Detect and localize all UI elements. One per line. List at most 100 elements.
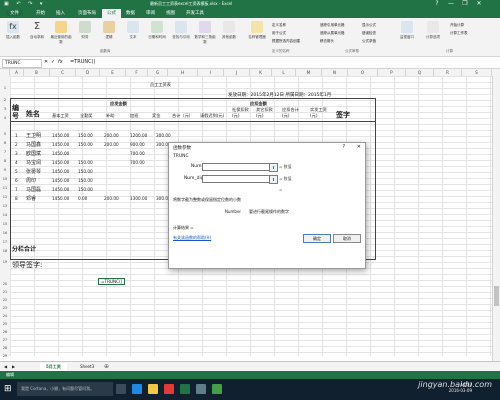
more-functions-button[interactable]: 其他函数 xyxy=(218,21,240,51)
row-header[interactable]: 10 xyxy=(0,177,10,181)
row-header[interactable]: 23 xyxy=(0,306,10,310)
insert-function-button[interactable]: fx 插入函数 xyxy=(2,21,24,51)
name-box[interactable]: TRUNC xyxy=(2,59,42,68)
select-all-corner[interactable] xyxy=(0,69,10,76)
row-header[interactable]: 25 xyxy=(0,322,10,326)
row-header[interactable]: 16 xyxy=(0,231,10,235)
date-time-button[interactable]: 日期和时间 xyxy=(146,21,168,51)
define-name-button[interactable]: 定义名称 xyxy=(272,23,286,28)
row-header[interactable]: 29 xyxy=(0,354,10,358)
next-sheet-icon[interactable]: ▶ xyxy=(12,364,15,369)
col-header[interactable]: R xyxy=(434,69,462,76)
row-header[interactable]: 21 xyxy=(0,290,10,294)
col-header[interactable]: M xyxy=(296,69,322,76)
math-button[interactable]: 数学和三角函数 xyxy=(194,21,216,51)
lookup-button[interactable]: 查找与引用 xyxy=(170,21,192,51)
vertical-scrollbar[interactable] xyxy=(492,76,500,361)
row-header[interactable]: 11 xyxy=(0,186,10,190)
collapse-dialog-icon[interactable]: ⬆ xyxy=(269,163,278,172)
row-header[interactable]: 17 xyxy=(0,240,10,244)
col-header[interactable]: G xyxy=(148,69,168,76)
col-header[interactable]: J xyxy=(224,69,250,76)
show-formulas-button[interactable]: 显示公式 xyxy=(362,23,376,28)
calc-now-button[interactable]: 开始计算 xyxy=(450,23,464,28)
row-header[interactable]: 28 xyxy=(0,346,10,350)
col-header[interactable]: H xyxy=(168,69,198,76)
row-header[interactable]: 4 xyxy=(0,116,10,120)
cortana-search-box[interactable]: 我是 Cortana，小娜，有问题尽管问我。 xyxy=(17,382,113,396)
ok-button[interactable]: 确定 xyxy=(303,234,331,243)
text-button[interactable]: 文本 xyxy=(122,21,144,51)
calc-sheet-button[interactable]: 计算工作表 xyxy=(450,31,468,36)
dialog-help-icon[interactable]: ? xyxy=(342,144,345,150)
row-header[interactable]: 27 xyxy=(0,338,10,342)
edge-browser-icon[interactable] xyxy=(132,384,142,394)
active-cell[interactable]: =TRUNC() xyxy=(98,278,126,285)
col-header[interactable]: E xyxy=(100,69,126,76)
tab-page-layout[interactable]: 页面布局 xyxy=(78,10,96,16)
prev-sheet-icon[interactable]: ◀ xyxy=(4,364,7,369)
file-explorer-icon[interactable] xyxy=(148,384,158,394)
name-manager-button[interactable]: 名称管理器 xyxy=(246,21,268,51)
app-icon[interactable] xyxy=(196,384,206,394)
col-header[interactable]: O xyxy=(348,69,378,76)
trace-dependents-button[interactable]: 追踪从属单元格 xyxy=(320,31,345,36)
row-header[interactable]: 6 xyxy=(0,141,10,145)
row-header[interactable]: 9 xyxy=(0,168,10,172)
col-header[interactable]: C xyxy=(50,69,76,76)
row-header[interactable]: 2 xyxy=(0,98,10,102)
add-sheet-icon[interactable]: ⊕ xyxy=(104,363,109,370)
task-view-icon[interactable] xyxy=(116,384,126,394)
financial-button[interactable]: 财务 xyxy=(74,21,96,51)
function-help-link[interactable]: 有关该函数的帮助(H) xyxy=(173,235,211,241)
collapse-dialog-icon[interactable]: ⬆ xyxy=(269,175,278,184)
insert-function-icon[interactable]: fx xyxy=(58,59,63,65)
remove-arrows-button[interactable]: 移去箭头 xyxy=(320,39,334,44)
row-header[interactable]: 14 xyxy=(0,213,10,217)
row-header[interactable]: 22 xyxy=(0,298,10,302)
logical-button[interactable]: 逻辑 xyxy=(98,21,120,51)
col-header[interactable]: I xyxy=(198,69,224,76)
cancel-button[interactable]: 取消 xyxy=(333,234,361,243)
col-header[interactable]: P xyxy=(378,69,406,76)
sheet-tab-sheet3[interactable]: Sheet3 xyxy=(74,363,100,371)
cancel-entry-icon[interactable]: ✕ xyxy=(44,59,48,65)
col-header[interactable]: D xyxy=(76,69,100,76)
row-header[interactable]: 24 xyxy=(0,314,10,318)
tab-review[interactable]: 审阅 xyxy=(146,10,155,16)
col-header[interactable]: Q xyxy=(406,69,434,76)
row-header[interactable]: 8 xyxy=(0,159,10,163)
col-header[interactable]: L xyxy=(272,69,296,76)
recent-functions-button[interactable]: 最近使用的函数 xyxy=(50,21,72,51)
scrollbar-thumb[interactable] xyxy=(494,286,499,306)
col-header[interactable]: S xyxy=(462,69,492,76)
app-icon[interactable] xyxy=(212,384,222,394)
close-button[interactable]: ✕ xyxy=(472,0,486,8)
row-header[interactable]: 19 xyxy=(0,260,10,264)
watch-window-button[interactable]: 监视窗口 xyxy=(396,21,418,51)
number-input[interactable] xyxy=(202,163,270,171)
num-digits-input[interactable] xyxy=(202,175,270,183)
windows-start-icon[interactable]: ⊞ xyxy=(4,384,12,394)
use-in-formula-button[interactable]: 用于公式 xyxy=(272,31,286,36)
evaluate-formula-button[interactable]: 公式求值 xyxy=(362,39,376,44)
autosum-button[interactable]: Σ 自动求和 xyxy=(26,21,48,51)
minimize-button[interactable]: — xyxy=(444,0,458,8)
col-header[interactable]: B xyxy=(24,69,50,76)
row-header[interactable]: 13 xyxy=(0,204,10,208)
row-header[interactable]: 3 xyxy=(0,107,10,111)
dialog-close-icon[interactable]: ✕ xyxy=(357,144,361,150)
tab-home[interactable]: 开始 xyxy=(36,10,45,16)
tab-developer[interactable]: 开发工具 xyxy=(186,10,204,16)
restore-button[interactable]: ❐ xyxy=(458,0,472,8)
row-header[interactable]: 1 xyxy=(0,86,10,90)
tab-data[interactable]: 数据 xyxy=(126,10,135,16)
app-icon[interactable] xyxy=(164,384,174,394)
row-header[interactable]: 12 xyxy=(0,195,10,199)
col-header[interactable]: A xyxy=(10,69,24,76)
col-header[interactable]: F xyxy=(126,69,148,76)
create-from-selection-button[interactable]: 根据所选内容创建 xyxy=(272,39,300,44)
trace-precedents-button[interactable]: 追踪引用单元格 xyxy=(320,23,345,28)
row-header[interactable]: 18 xyxy=(0,249,10,253)
row-header[interactable]: 15 xyxy=(0,222,10,226)
